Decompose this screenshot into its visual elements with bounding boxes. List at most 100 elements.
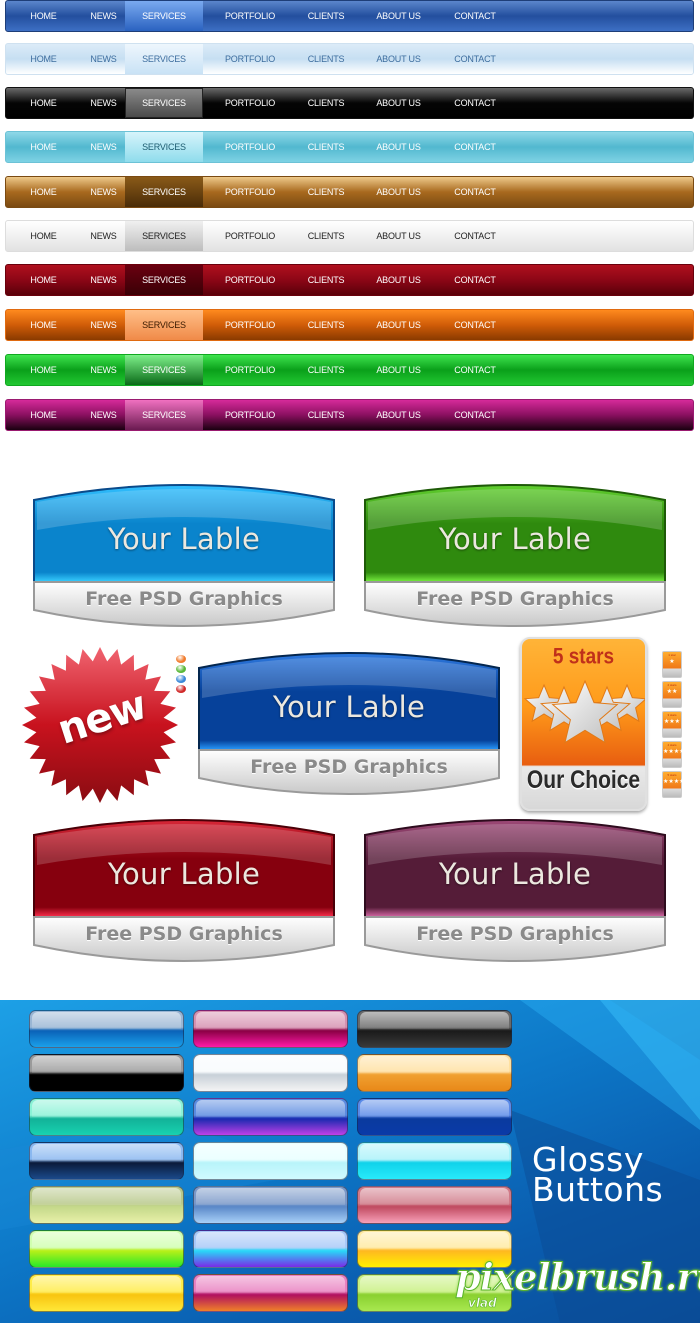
nav-item-home[interactable]: HOME	[16, 400, 71, 430]
nav-item-portfolio[interactable]: PORTFOLIO	[209, 221, 291, 251]
nav-item-about-us[interactable]: ABOUT US	[361, 355, 436, 385]
nav-item-news[interactable]: NEWS	[76, 132, 131, 162]
mini-rating-card[interactable]: 1 star ★	[662, 651, 682, 678]
nav-item-portfolio[interactable]: PORTFOLIO	[209, 310, 291, 340]
glossy-button[interactable]	[29, 1098, 184, 1136]
nav-item-services[interactable]: SERVICES	[125, 221, 203, 251]
nav-item-services[interactable]: SERVICES	[125, 400, 203, 430]
nav-item-services[interactable]: SERVICES	[125, 132, 203, 162]
glossy-button[interactable]	[29, 1186, 184, 1224]
nav-item-contact[interactable]: CONTACT	[436, 310, 514, 340]
nav-item-contact[interactable]: CONTACT	[436, 44, 514, 74]
nav-item-news[interactable]: NEWS	[76, 265, 131, 295]
nav-item-portfolio[interactable]: PORTFOLIO	[209, 355, 291, 385]
mini-rating-card[interactable]: 2 stars ★★	[662, 681, 682, 708]
glossy-button[interactable]	[193, 1230, 348, 1268]
nav-item-clients[interactable]: CLIENTS	[291, 177, 361, 207]
glossy-button[interactable]	[357, 1142, 512, 1180]
nav-item-about-us[interactable]: ABOUT US	[361, 221, 436, 251]
nav-item-services[interactable]: SERVICES	[125, 355, 203, 385]
nav-item-services[interactable]: SERVICES	[125, 88, 203, 118]
glossy-button[interactable]	[193, 1010, 348, 1048]
nav-item-portfolio[interactable]: PORTFOLIO	[209, 1, 291, 31]
nav-item-services[interactable]: SERVICES	[125, 310, 203, 340]
nav-item-clients[interactable]: CLIENTS	[291, 355, 361, 385]
nav-item-contact[interactable]: CONTACT	[436, 355, 514, 385]
nav-item-about-us[interactable]: ABOUT US	[361, 88, 436, 118]
glossy-button[interactable]	[193, 1054, 348, 1092]
nav-item-contact[interactable]: CONTACT	[436, 221, 514, 251]
nav-item-clients[interactable]: CLIENTS	[291, 44, 361, 74]
nav-item-clients[interactable]: CLIENTS	[291, 88, 361, 118]
nav-item-portfolio[interactable]: PORTFOLIO	[209, 88, 291, 118]
nav-item-home[interactable]: HOME	[16, 1, 71, 31]
glossy-button[interactable]	[193, 1274, 348, 1312]
glossy-button[interactable]	[29, 1142, 184, 1180]
nav-item-contact[interactable]: CONTACT	[436, 1, 514, 31]
mini-rating-card[interactable]: 5 stars ★★★★★	[662, 771, 690, 798]
color-swatch-dot[interactable]	[176, 655, 186, 663]
nav-item-clients[interactable]: CLIENTS	[291, 310, 361, 340]
nav-item-news[interactable]: NEWS	[76, 400, 131, 430]
glossy-button[interactable]	[357, 1010, 512, 1048]
glossy-button[interactable]	[29, 1274, 184, 1312]
nav-item-home[interactable]: HOME	[16, 265, 71, 295]
nav-item-home[interactable]: HOME	[16, 177, 71, 207]
nav-item-services[interactable]: SERVICES	[125, 177, 203, 207]
nav-item-about-us[interactable]: ABOUT US	[361, 44, 436, 74]
glossy-button[interactable]	[193, 1098, 348, 1136]
nav-item-about-us[interactable]: ABOUT US	[361, 177, 436, 207]
nav-item-home[interactable]: HOME	[16, 88, 71, 118]
nav-item-clients[interactable]: CLIENTS	[291, 265, 361, 295]
nav-item-news[interactable]: NEWS	[76, 221, 131, 251]
nav-item-portfolio[interactable]: PORTFOLIO	[209, 132, 291, 162]
nav-item-clients[interactable]: CLIENTS	[291, 221, 361, 251]
nav-item-clients[interactable]: CLIENTS	[291, 400, 361, 430]
nav-item-news[interactable]: NEWS	[76, 310, 131, 340]
nav-item-clients[interactable]: CLIENTS	[291, 132, 361, 162]
glossy-button[interactable]	[29, 1010, 184, 1048]
nav-item-clients[interactable]: CLIENTS	[291, 1, 361, 31]
nav-item-home[interactable]: HOME	[16, 132, 71, 162]
nav-item-home[interactable]: HOME	[16, 310, 71, 340]
glossy-button[interactable]	[357, 1098, 512, 1136]
nav-item-contact[interactable]: CONTACT	[436, 265, 514, 295]
nav-item-about-us[interactable]: ABOUT US	[361, 1, 436, 31]
glossy-button[interactable]	[29, 1230, 184, 1268]
glossy-button[interactable]	[193, 1142, 348, 1180]
glossy-button[interactable]	[29, 1054, 184, 1092]
nav-item-news[interactable]: NEWS	[76, 44, 131, 74]
nav-item-home[interactable]: HOME	[16, 355, 71, 385]
nav-item-portfolio[interactable]: PORTFOLIO	[209, 265, 291, 295]
glossy-button[interactable]	[357, 1186, 512, 1224]
glossy-button[interactable]	[357, 1054, 512, 1092]
nav-item-contact[interactable]: CONTACT	[436, 132, 514, 162]
color-swatch-dot[interactable]	[176, 665, 186, 673]
nav-item-about-us[interactable]: ABOUT US	[361, 265, 436, 295]
color-swatch-dot[interactable]	[176, 685, 186, 693]
nav-item-portfolio[interactable]: PORTFOLIO	[209, 44, 291, 74]
nav-item-news[interactable]: NEWS	[76, 355, 131, 385]
nav-item-contact[interactable]: CONTACT	[436, 177, 514, 207]
mini-rating-card[interactable]: 3 stars ★★★	[662, 711, 682, 738]
nav-item-services[interactable]: SERVICES	[125, 44, 203, 74]
nav-item-about-us[interactable]: ABOUT US	[361, 400, 436, 430]
glossy-button[interactable]	[193, 1186, 348, 1224]
nav-item-about-us[interactable]: ABOUT US	[361, 310, 436, 340]
nav-item-services[interactable]: SERVICES	[125, 1, 203, 31]
nav-item-contact[interactable]: CONTACT	[436, 88, 514, 118]
nav-item-news[interactable]: NEWS	[76, 88, 131, 118]
color-swatch-dot[interactable]	[176, 675, 186, 683]
nav-item-portfolio[interactable]: PORTFOLIO	[209, 177, 291, 207]
nav-item-news[interactable]: NEWS	[76, 177, 131, 207]
nav-item-services[interactable]: SERVICES	[125, 265, 203, 295]
nav-item-contact[interactable]: CONTACT	[436, 400, 514, 430]
nav-item-home[interactable]: HOME	[16, 221, 71, 251]
nav-item-news[interactable]: NEWS	[76, 1, 131, 31]
nav-item-about-us[interactable]: ABOUT US	[361, 132, 436, 162]
mini-rating-card[interactable]: 4 stars ★★★★	[662, 741, 685, 768]
nav-item-label: PORTFOLIO	[224, 410, 276, 420]
nav-item-label: SERVICES	[142, 142, 186, 152]
nav-item-home[interactable]: HOME	[16, 44, 71, 74]
nav-item-portfolio[interactable]: PORTFOLIO	[209, 400, 291, 430]
